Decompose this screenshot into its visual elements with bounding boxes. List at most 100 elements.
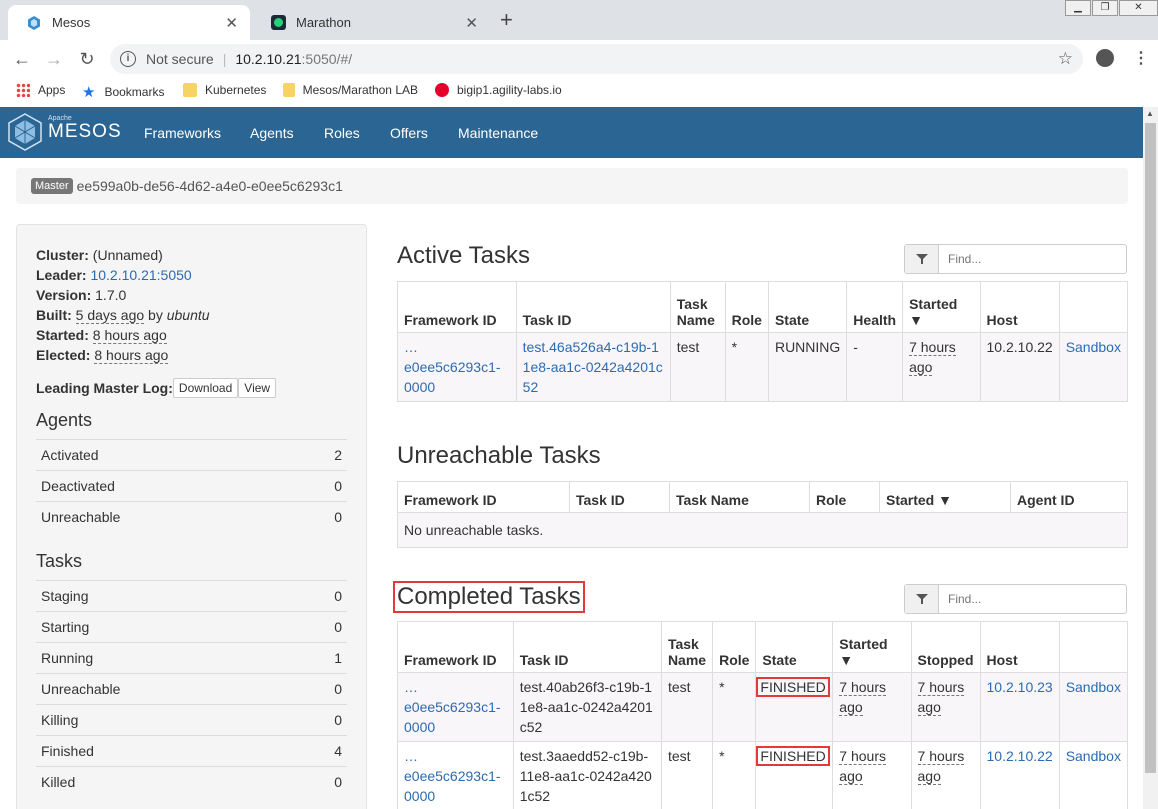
column-header[interactable]: Framework ID [397, 621, 514, 673]
back-icon[interactable]: ← [11, 49, 33, 70]
close-tab-icon[interactable]: ✕ [465, 14, 478, 32]
column-header[interactable]: Started ▼ [832, 621, 912, 673]
profile-avatar-icon[interactable] [1096, 49, 1114, 67]
cell-text[interactable]: e0ee5c6293c1-0000 [404, 699, 501, 735]
address-bar[interactable]: i Not secure | 10.2.10.21 :5050/#/ ☆ [110, 44, 1083, 74]
column-header[interactable]: State [755, 621, 834, 673]
version-row: Version: 1.7.0 [36, 285, 347, 305]
cell-text: 7 hours ago [839, 679, 886, 716]
bookmark-bookmarks[interactable]: ★ Bookmarks [82, 83, 164, 101]
column-header[interactable]: Stopped [910, 621, 981, 673]
nav-roles[interactable]: Roles [324, 125, 360, 141]
elected-row: Elected: 8 hours ago [36, 345, 347, 365]
nav-agents[interactable]: Agents [250, 125, 294, 141]
column-header[interactable]: Role [724, 281, 769, 333]
filter-icon[interactable] [905, 585, 939, 613]
cluster-row: Cluster: (Unnamed) [36, 245, 347, 265]
folder-icon [283, 83, 295, 97]
bookmark-label: Bookmarks [104, 85, 165, 99]
mesos-logo-icon [8, 113, 42, 151]
column-header[interactable]: Host [979, 621, 1060, 673]
cell-text[interactable]: … [404, 339, 418, 355]
cell-text[interactable]: 10.2.10.23 [987, 679, 1053, 695]
cell-text[interactable]: e0ee5c6293c1-0000 [404, 359, 501, 395]
table-row[interactable]: … e0ee5c6293c1-0000 test.46a526a4-c19b-11e… [397, 332, 1129, 402]
tasks-heading: Tasks [36, 550, 83, 571]
filter-icon[interactable] [905, 245, 939, 273]
info-icon[interactable]: i [120, 51, 136, 67]
close-tab-icon[interactable]: ✕ [225, 14, 238, 32]
reload-icon[interactable]: ↻ [76, 49, 98, 70]
column-header[interactable]: Started ▼ [879, 481, 1011, 513]
cell-text[interactable]: … [404, 748, 418, 764]
new-tab-button[interactable]: + [500, 9, 513, 31]
bookmark-kubernetes[interactable]: Kubernetes [183, 83, 266, 97]
cell-text[interactable]: test.46a526a4-c19b-11e8-aa1c-0242a4201c5… [523, 339, 663, 395]
tab-mesos[interactable]: Mesos ✕ [8, 5, 250, 40]
menu-icon[interactable]: ⋮ [1133, 48, 1149, 68]
column-header[interactable]: Framework ID [397, 481, 570, 513]
column-header[interactable] [1058, 281, 1129, 333]
forward-icon[interactable]: → [43, 49, 65, 70]
task-stat-label: Starting [36, 610, 296, 642]
bookmark-apps[interactable]: Apps [16, 83, 65, 97]
started-value: 8 hours ago [92, 327, 167, 344]
column-header[interactable]: Task ID [569, 481, 670, 513]
minimize-icon[interactable]: ▁ [1065, 0, 1091, 16]
column-header[interactable]: Host [979, 281, 1060, 333]
active-tasks-find-input[interactable] [939, 245, 1119, 273]
column-header[interactable]: Health [846, 281, 904, 333]
restore-icon[interactable]: ❐ [1092, 0, 1118, 16]
bookmark-bigip[interactable]: bigip1.agility-labs.io [435, 83, 562, 97]
nav-maintenance[interactable]: Maintenance [458, 125, 538, 141]
cell-text[interactable]: e0ee5c6293c1-0000 [404, 768, 501, 804]
column-header[interactable]: Agent ID [1010, 481, 1128, 513]
cell-text: * [731, 339, 738, 355]
agent-stat-label: Unreachable [36, 501, 296, 533]
scrollbar-thumb[interactable] [1145, 123, 1156, 773]
column-header[interactable]: Task Name [660, 621, 714, 673]
column-header[interactable]: Role [809, 481, 880, 513]
elected-label: Elected: [36, 347, 91, 363]
cell-text[interactable]: Sandbox [1066, 679, 1121, 695]
leader-link[interactable]: 10.2.10.21:5050 [90, 267, 191, 283]
built-label: Built: [36, 307, 72, 323]
column-header[interactable]: Task Name [669, 481, 810, 513]
scrollbar[interactable]: ▲ [1143, 107, 1158, 809]
cell-text[interactable]: 10.2.10.22 [987, 748, 1053, 764]
nav-offers[interactable]: Offers [390, 125, 428, 141]
column-header[interactable]: Task Name [669, 281, 726, 333]
bookmark-star-icon[interactable]: ☆ [1058, 49, 1073, 69]
cell-text[interactable]: … [404, 679, 418, 695]
bookmarks-bar: Apps ★ Bookmarks Kubernetes Mesos/Marath… [0, 78, 1158, 106]
agents-heading: Agents [36, 410, 93, 430]
completed-tasks-find-input[interactable] [939, 585, 1119, 613]
agent-stat-label: Activated [36, 439, 296, 471]
log-view-button[interactable]: View [238, 378, 277, 398]
url-path: :5050/#/ [301, 51, 353, 67]
mesos-logo[interactable]: Apache MESOS [8, 113, 122, 151]
column-header[interactable]: Framework ID [397, 281, 517, 333]
column-header[interactable]: Started ▼ [902, 281, 981, 333]
column-header[interactable]: Task ID [515, 281, 671, 333]
browser-tab-bar: Mesos ✕ Marathon ✕ + ▁ ❐ ✕ [0, 0, 1158, 40]
mesos-favicon-icon [26, 15, 42, 31]
cell-text[interactable]: Sandbox [1066, 748, 1121, 764]
bookmark-mesos-lab[interactable]: Mesos/Marathon LAB [283, 83, 418, 97]
tab-marathon[interactable]: Marathon ✕ [252, 5, 490, 40]
state-cell: FINISHED [755, 741, 834, 809]
close-window-icon[interactable]: ✕ [1119, 0, 1158, 16]
log-download-button[interactable]: Download [172, 378, 239, 398]
table-row[interactable]: … e0ee5c6293c1-0000 test.40ab26f3-c19b-11e… [397, 672, 1129, 742]
nav-frameworks[interactable]: Frameworks [144, 125, 221, 141]
column-header[interactable]: Task ID [512, 621, 662, 673]
cell-text[interactable]: Sandbox [1066, 339, 1121, 355]
column-header[interactable] [1058, 621, 1129, 673]
column-header[interactable]: Role [712, 621, 757, 673]
agent-stat-row: Unreachable 0 [36, 501, 347, 533]
column-header[interactable]: State [767, 281, 848, 333]
table-row[interactable]: … e0ee5c6293c1-0000 test.3aaedd52-c19b-11e… [397, 741, 1129, 809]
scroll-up-icon[interactable]: ▲ [1146, 109, 1154, 118]
agents-table: Activated 2 Deactivated 0 Unreachable 0 [36, 439, 347, 533]
task-stat-value: 4 [295, 734, 347, 766]
